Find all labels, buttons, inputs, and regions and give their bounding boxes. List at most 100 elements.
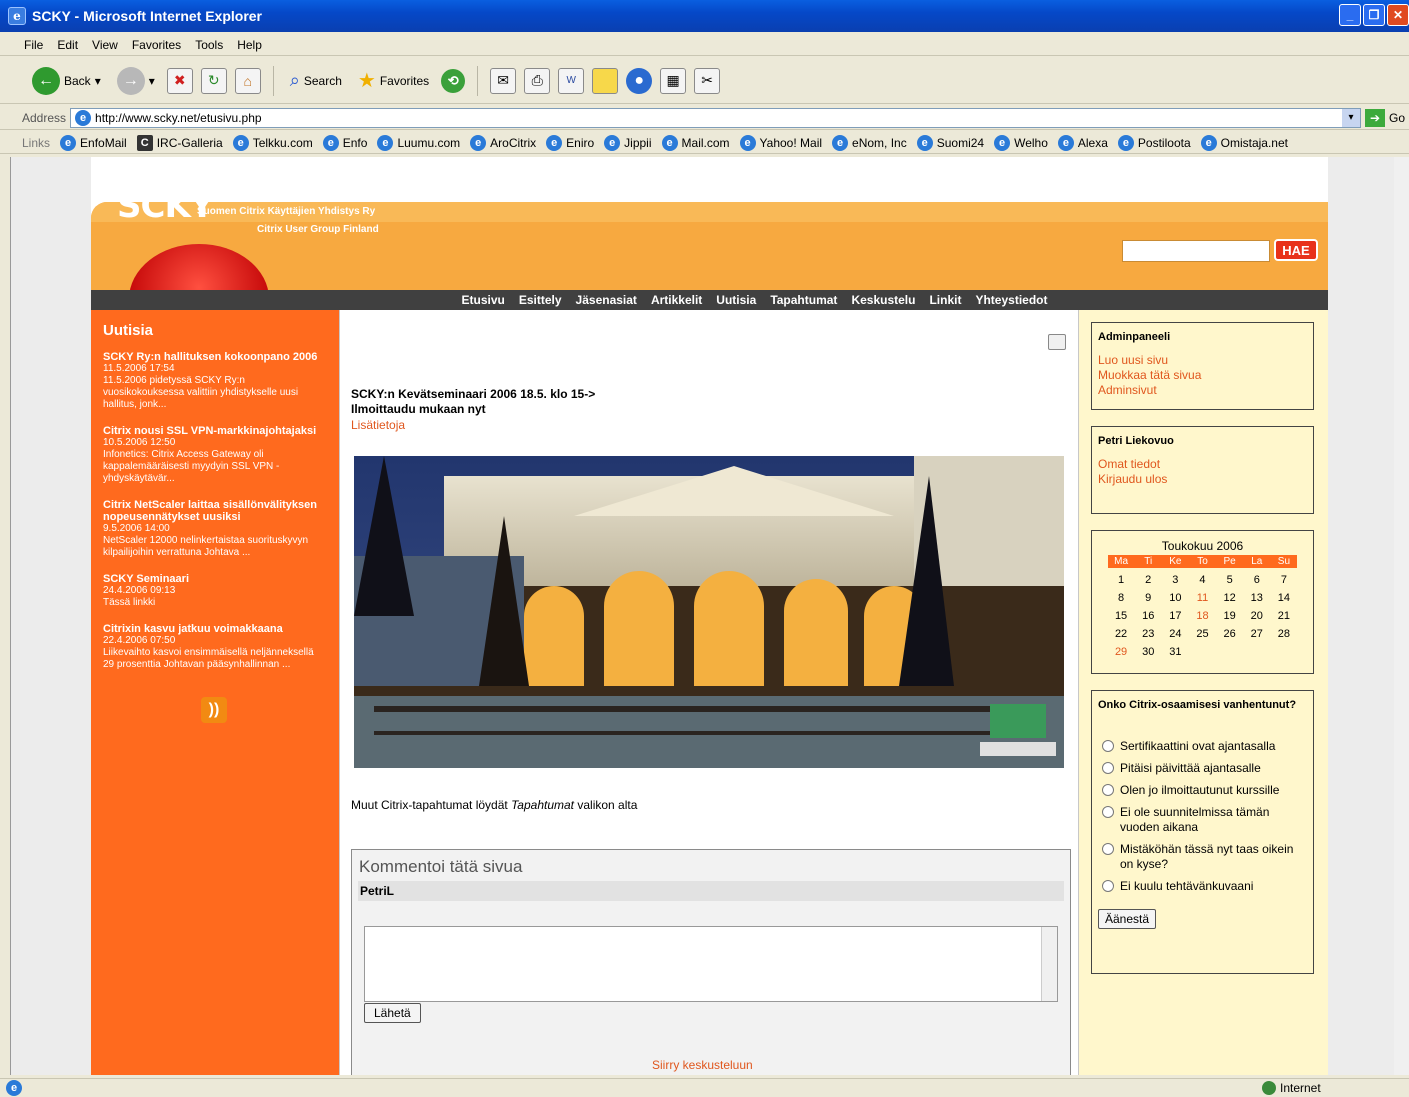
- poll-option[interactable]: Sertifikaattini ovat ajantasalla: [1098, 739, 1307, 754]
- news-title[interactable]: SCKY Seminaari: [103, 573, 327, 585]
- create-page-link[interactable]: Luo uusi sivu: [1098, 353, 1307, 368]
- calendar-day[interactable]: 7: [1270, 574, 1297, 586]
- calendar-day[interactable]: 30: [1135, 646, 1162, 658]
- link-mail-com[interactable]: e Mail.com: [661, 134, 730, 151]
- dropdown-arrow-icon[interactable]: ▾: [1342, 108, 1360, 127]
- history-icon[interactable]: ⟲: [441, 68, 466, 93]
- link-jippii[interactable]: e Jippii: [604, 134, 652, 151]
- back-button[interactable]: ← Back ▾: [28, 64, 105, 98]
- link-enom[interactable]: e eNom, Inc: [832, 134, 907, 151]
- news-title[interactable]: Citrix nousi SSL VPN-markkinajohtajaksi: [103, 425, 327, 437]
- radio-button[interactable]: [1102, 762, 1114, 774]
- textarea-scrollbar[interactable]: [1041, 927, 1057, 1001]
- nav-yhteystiedot[interactable]: Yhteystiedot: [975, 293, 1047, 307]
- search-button[interactable]: ⌕ Search: [286, 64, 346, 98]
- page-scrollbar[interactable]: [1394, 157, 1409, 1075]
- link-luumu[interactable]: e Luumu.com: [377, 134, 460, 151]
- calendar-day[interactable]: 12: [1216, 592, 1243, 604]
- vote-button[interactable]: Äänestä: [1098, 909, 1157, 929]
- calendar-day[interactable]: 9: [1135, 592, 1162, 604]
- site-search-input[interactable]: [1122, 240, 1270, 262]
- refresh-icon[interactable]: ↻: [200, 67, 227, 94]
- rss-icon[interactable]: )): [201, 697, 227, 723]
- print-page-icon[interactable]: [1048, 334, 1066, 350]
- link-enfomail[interactable]: e EnfoMail: [60, 134, 127, 151]
- calendar-day[interactable]: 21: [1270, 610, 1297, 622]
- calendar-day[interactable]: 15: [1108, 610, 1135, 622]
- maximize-button[interactable]: ❐: [1363, 4, 1385, 26]
- calendar-day[interactable]: 11: [1189, 592, 1216, 604]
- home-icon[interactable]: ⌂: [234, 67, 261, 94]
- calendar-day[interactable]: 8: [1108, 592, 1135, 604]
- menu-view[interactable]: View: [92, 38, 118, 52]
- radio-button[interactable]: [1102, 784, 1114, 796]
- calendar-day[interactable]: 26: [1216, 628, 1243, 640]
- tools-icon[interactable]: ✂: [694, 67, 721, 94]
- admin-pages-link[interactable]: Adminsivut: [1098, 383, 1307, 398]
- calendar-day[interactable]: 20: [1243, 610, 1270, 622]
- link-eniro[interactable]: e Eniro: [546, 134, 594, 151]
- poll-option[interactable]: Ei kuulu tehtävänkuvaani: [1098, 879, 1307, 894]
- nav-etusivu[interactable]: Etusivu: [462, 293, 505, 307]
- link-telkku[interactable]: e Telkku.com: [232, 134, 313, 151]
- calendar-day[interactable]: 13: [1243, 592, 1270, 604]
- link-omistaja[interactable]: e Omistaja.net: [1200, 134, 1288, 151]
- menu-tools[interactable]: Tools: [195, 38, 223, 52]
- calendar-day[interactable]: 29: [1108, 646, 1135, 658]
- calendar-day[interactable]: 23: [1135, 628, 1162, 640]
- calendar-day[interactable]: 6: [1243, 574, 1270, 586]
- radio-button[interactable]: [1102, 740, 1114, 752]
- link-suomi24[interactable]: e Suomi24: [916, 134, 984, 151]
- calendar-day[interactable]: 31: [1162, 646, 1189, 658]
- mail-icon[interactable]: ✉: [490, 67, 517, 94]
- news-title[interactable]: Citrixin kasvu jatkuu voimakkaana: [103, 623, 327, 635]
- print-icon[interactable]: ⎙: [524, 67, 551, 94]
- more-info-link[interactable]: Lisätietoja: [351, 418, 405, 432]
- radio-button[interactable]: [1102, 880, 1114, 892]
- calendar-day[interactable]: 17: [1162, 610, 1189, 622]
- minimize-button[interactable]: _: [1339, 4, 1361, 26]
- favorites-button[interactable]: ★ Favorites: [354, 64, 433, 98]
- stop-icon[interactable]: ✖: [166, 67, 193, 94]
- calendar-day[interactable]: 19: [1216, 610, 1243, 622]
- news-title[interactable]: SCKY Ry:n hallituksen kokoonpano 2006: [103, 351, 327, 363]
- nav-artikkelit[interactable]: Artikkelit: [651, 293, 702, 307]
- calendar-day[interactable]: 14: [1270, 592, 1297, 604]
- poll-option[interactable]: Pitäisi päivittää ajantasalle: [1098, 761, 1307, 776]
- calendar-day[interactable]: 3: [1162, 574, 1189, 586]
- edit-word-icon[interactable]: W: [558, 67, 585, 94]
- link-postiloota[interactable]: e Postiloota: [1117, 134, 1191, 151]
- calendar-day[interactable]: 10: [1162, 592, 1189, 604]
- calendar-day[interactable]: 1: [1108, 574, 1135, 586]
- calendar-day[interactable]: 27: [1243, 628, 1270, 640]
- link-yahoo-mail[interactable]: e Yahoo! Mail: [739, 134, 822, 151]
- notes-icon[interactable]: [592, 67, 619, 94]
- radio-button[interactable]: [1102, 806, 1114, 818]
- calendar-day[interactable]: 22: [1108, 628, 1135, 640]
- nav-keskustelu[interactable]: Keskustelu: [851, 293, 915, 307]
- messenger-icon[interactable]: ●: [626, 67, 653, 94]
- send-button[interactable]: Lähetä: [364, 1003, 421, 1023]
- edit-page-link[interactable]: Muokkaa tätä sivua: [1098, 368, 1307, 383]
- menu-help[interactable]: Help: [237, 38, 262, 52]
- calendar-day[interactable]: 25: [1189, 628, 1216, 640]
- search-button[interactable]: HAE: [1274, 239, 1318, 261]
- nav-jasenasiat[interactable]: Jäsenasiat: [576, 293, 637, 307]
- calendar-day[interactable]: 2: [1135, 574, 1162, 586]
- radio-button[interactable]: [1102, 843, 1114, 855]
- link-irc-galleria[interactable]: C IRC-Galleria: [136, 134, 223, 151]
- nav-linkit[interactable]: Linkit: [929, 293, 961, 307]
- menu-edit[interactable]: Edit: [57, 38, 78, 52]
- poll-option[interactable]: Olen jo ilmoittautunut kurssille: [1098, 783, 1307, 798]
- link-enfo[interactable]: e Enfo: [322, 134, 367, 151]
- calendar-day[interactable]: 18: [1189, 610, 1216, 622]
- link-alexa[interactable]: e Alexa: [1057, 134, 1108, 151]
- link-arocitrix[interactable]: e AroCitrix: [470, 134, 536, 151]
- calendar-day[interactable]: 4: [1189, 574, 1216, 586]
- goto-forum-link[interactable]: Siirry keskusteluun: [652, 1058, 753, 1072]
- logout-link[interactable]: Kirjaudu ulos: [1098, 472, 1307, 487]
- comment-textarea[interactable]: [364, 926, 1058, 1002]
- close-button[interactable]: ✕: [1387, 4, 1409, 26]
- menu-favorites[interactable]: Favorites: [132, 38, 181, 52]
- poll-option[interactable]: Ei ole suunnitelmissa tämän vuoden aikan…: [1098, 805, 1307, 835]
